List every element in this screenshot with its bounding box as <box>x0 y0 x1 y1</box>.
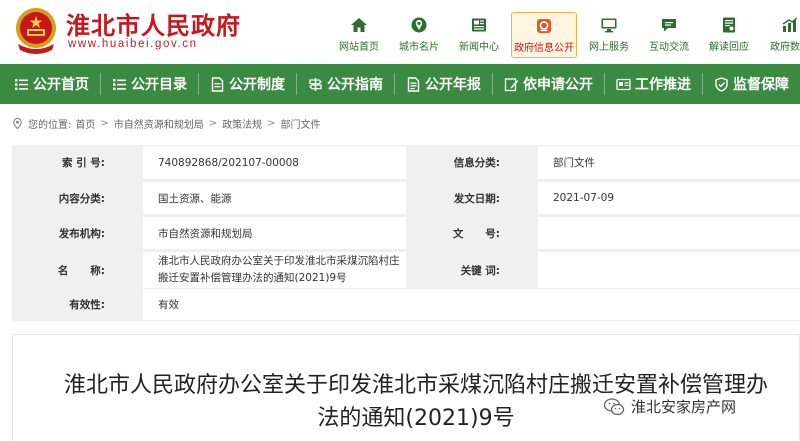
list-icon <box>15 78 28 90</box>
home-icon <box>351 18 367 32</box>
topnav-interaction[interactable]: 互动交流 <box>639 12 699 58</box>
mainnav-label: 公开目录 <box>131 77 187 93</box>
watermark-text: 淮北安家房产网 <box>631 398 737 416</box>
mainnav-label: 依申请公开 <box>523 77 593 93</box>
site-url: www.huaibei.gov.cn <box>68 38 198 50</box>
mainnav-open-system[interactable]: 公开制度 <box>210 64 285 104</box>
title-value: 淮北市人民政府办公室关于印发淮北市采煤沉陷村庄搬迁安置补偿管理办法的通知(202… <box>143 252 406 288</box>
mainnav-label: 公开年报 <box>425 77 481 93</box>
top-navigation: 网站首页 城市名片 新闻中心 政府信息公开 网上服务 互动交流 解读回应 政府数 <box>329 12 800 58</box>
news-icon <box>472 18 486 32</box>
topnav-label: 政府信息公开 <box>514 43 574 54</box>
topnav-data[interactable]: 政府数据 <box>759 12 800 58</box>
nav-divider <box>492 73 493 95</box>
mainnav-label: 公开制度 <box>229 77 285 93</box>
list-icon <box>113 78 126 90</box>
topnav-news[interactable]: 新闻中心 <box>449 12 509 58</box>
nav-divider <box>604 73 605 95</box>
doc-number-label: 文 号: <box>406 217 538 249</box>
card-icon <box>616 78 631 90</box>
topnav-home[interactable]: 网站首页 <box>329 12 389 58</box>
nav-divider <box>702 73 703 95</box>
data-icon <box>782 17 798 32</box>
breadcrumb-separator: > <box>208 117 218 129</box>
content-category-value: 国土资源、能源 <box>143 182 406 214</box>
topnav-label: 互动交流 <box>649 42 689 53</box>
publish-date-label: 发文日期: <box>406 182 538 214</box>
topnav-label: 网上服务 <box>589 42 629 53</box>
document-info-table: 索 引 号: 740892868/202107-00008 信息分类: 部门文件… <box>12 145 800 321</box>
watermark: 淮北安家房产网 <box>603 396 736 417</box>
index-label: 索 引 号: <box>12 146 143 179</box>
info-row: 索 引 号: 740892868/202107-00008 信息分类: 部门文件 <box>12 146 800 179</box>
nav-divider <box>198 73 199 95</box>
keyword-label: 关键 词: <box>406 252 538 288</box>
info-row: 名 称: 淮北市人民政府办公室关于印发淮北市采煤沉陷村庄搬迁安置补偿管理办法的通… <box>12 252 800 288</box>
national-emblem-icon <box>16 8 56 54</box>
signpost-icon <box>309 77 322 91</box>
document-icon <box>211 76 224 92</box>
publish-date-value: 2021-07-09 <box>538 182 800 214</box>
nav-divider <box>394 73 395 95</box>
city-card-icon <box>411 17 427 33</box>
category-label: 信息分类: <box>406 146 538 179</box>
index-value: 740892868/202107-00008 <box>143 146 406 179</box>
topnav-label: 解读回应 <box>709 42 749 53</box>
nav-divider <box>296 73 297 95</box>
breadcrumb-separator: > <box>267 117 276 129</box>
validity-value: 有效 <box>143 289 406 320</box>
mainnav-label: 公开指南 <box>327 77 383 93</box>
info-row: 有效性: 有效 <box>12 289 800 320</box>
location-pin-icon <box>13 117 22 129</box>
topnav-label: 政府数据 <box>770 42 800 53</box>
publisher-value: 市自然资源和规划局 <box>143 217 406 249</box>
breadcrumb-dept-docs[interactable]: 部门文件 <box>281 116 321 131</box>
breadcrumb-policy[interactable]: 政策法规 <box>222 116 262 131</box>
main-navigation: 公开首页 公开目录 公开制度 公开指南 公开年报 依申请公开 工作推进 监督保障 <box>0 64 800 104</box>
breadcrumb-home[interactable]: 首页 <box>75 116 95 131</box>
info-open-icon <box>537 19 551 33</box>
interpretation-icon <box>723 17 735 33</box>
topnav-city-card[interactable]: 城市名片 <box>389 12 449 58</box>
mainnav-label: 公开首页 <box>33 77 89 93</box>
info-row: 发布机构: 市自然资源和规划局 文 号: <box>12 217 800 249</box>
online-service-icon <box>601 18 617 33</box>
validity-label: 有效性: <box>12 289 143 320</box>
info-row: 内容分类: 国土资源、能源 发文日期: 2021-07-09 <box>12 182 800 214</box>
category-value: 部门文件 <box>538 146 800 179</box>
nav-divider <box>100 73 101 95</box>
publisher-label: 发布机构: <box>12 217 143 249</box>
report-icon <box>407 76 420 92</box>
mainnav-open-catalog[interactable]: 公开目录 <box>112 64 187 104</box>
topnav-label: 城市名片 <box>399 42 439 53</box>
mainnav-label: 监督保障 <box>733 77 789 93</box>
shield-icon <box>715 76 728 92</box>
topnav-info-open[interactable]: 政府信息公开 <box>511 12 577 58</box>
topnav-interpretation[interactable]: 解读回应 <box>699 12 759 58</box>
content-category-label: 内容分类: <box>12 182 143 214</box>
breadcrumb-bureau[interactable]: 市自然资源和规划局 <box>114 116 204 131</box>
wechat-icon <box>603 397 625 415</box>
site-header: 淮北市人民政府 www.huaibei.gov.cn 网站首页 城市名片 新闻中… <box>0 0 800 64</box>
topnav-label: 新闻中心 <box>459 42 499 53</box>
mainnav-work-progress[interactable]: 工作推进 <box>616 64 691 104</box>
mainnav-open-home[interactable]: 公开首页 <box>14 64 89 104</box>
keyword-value <box>538 252 800 288</box>
edit-icon <box>504 77 519 91</box>
topnav-label: 网站首页 <box>339 42 379 53</box>
mainnav-apply-open[interactable]: 依申请公开 <box>504 64 593 104</box>
doc-number-value <box>538 217 800 249</box>
mainnav-open-guide[interactable]: 公开指南 <box>308 64 383 104</box>
breadcrumb-prefix: 您的位置: <box>28 119 72 131</box>
breadcrumb: 您的位置: 首页 > 市自然资源和规划局 > 政策法规 > 部门文件 <box>12 116 321 131</box>
document-title-box: 淮北市人民政府办公室关于印发淮北市采煤沉陷村庄搬迁安置补偿管理办法的通知(202… <box>12 334 800 441</box>
mainnav-annual-report[interactable]: 公开年报 <box>406 64 481 104</box>
title-label: 名 称: <box>12 252 143 288</box>
interaction-icon <box>662 19 676 32</box>
topnav-online-service[interactable]: 网上服务 <box>579 12 639 58</box>
mainnav-supervision[interactable]: 监督保障 <box>714 64 789 104</box>
site-title[interactable]: 淮北市人民政府 <box>66 6 241 41</box>
mainnav-label: 工作推进 <box>635 77 691 93</box>
breadcrumb-separator: > <box>100 117 109 129</box>
